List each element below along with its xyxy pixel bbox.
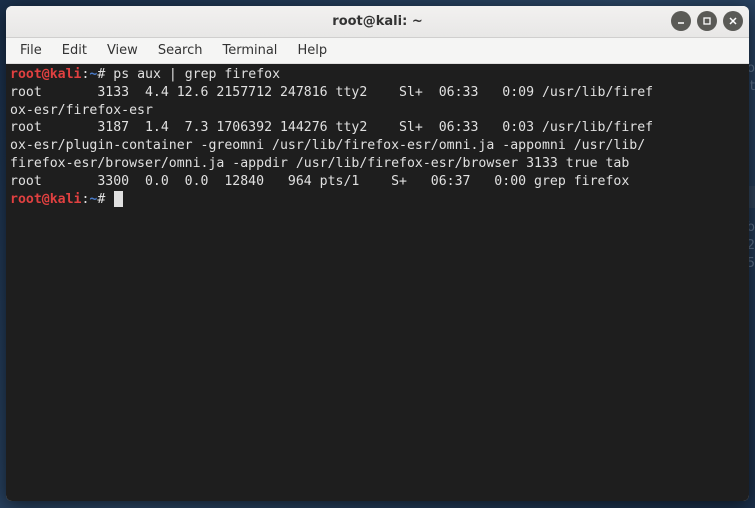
output-line: root 3133 4.4 12.6 2157712 247816 tty2 S…: [10, 85, 653, 100]
output-line: firefox-esr/browser/omni.ja -appdir /usr…: [10, 156, 629, 171]
output-line: ox-esr/firefox-esr: [10, 103, 153, 118]
prompt-symbol: #: [97, 192, 105, 207]
prompt-user-host: root@kali: [10, 67, 81, 82]
terminal-cursor: [114, 191, 123, 207]
menu-file[interactable]: File: [10, 40, 52, 61]
close-button[interactable]: [723, 11, 743, 31]
menu-help[interactable]: Help: [287, 40, 337, 61]
menu-search[interactable]: Search: [148, 40, 213, 61]
menu-terminal[interactable]: Terminal: [212, 40, 287, 61]
minimize-button[interactable]: [671, 11, 691, 31]
window-controls: [671, 11, 743, 31]
menubar: File Edit View Search Terminal Help: [6, 38, 749, 64]
output-line: ox-esr/plugin-container -greomni /usr/li…: [10, 138, 645, 153]
titlebar[interactable]: root@kali: ~: [6, 6, 749, 38]
command-input: ps aux | grep firefox: [113, 67, 280, 82]
terminal-output-area[interactable]: root@kali:~# ps aux | grep firefox root …: [6, 64, 749, 501]
prompt-symbol: #: [97, 67, 105, 82]
menu-view[interactable]: View: [97, 40, 148, 61]
output-line: root 3300 0.0 0.0 12840 964 pts/1 S+ 06:…: [10, 174, 629, 189]
window-title: root@kali: ~: [332, 14, 422, 29]
output-line: root 3187 1.4 7.3 1706392 144276 tty2 Sl…: [10, 120, 653, 135]
terminal-window: root@kali: ~ File Edit View Search Termi…: [6, 6, 749, 501]
maximize-button[interactable]: [697, 11, 717, 31]
prompt-user-host: root@kali: [10, 192, 81, 207]
menu-edit[interactable]: Edit: [52, 40, 97, 61]
